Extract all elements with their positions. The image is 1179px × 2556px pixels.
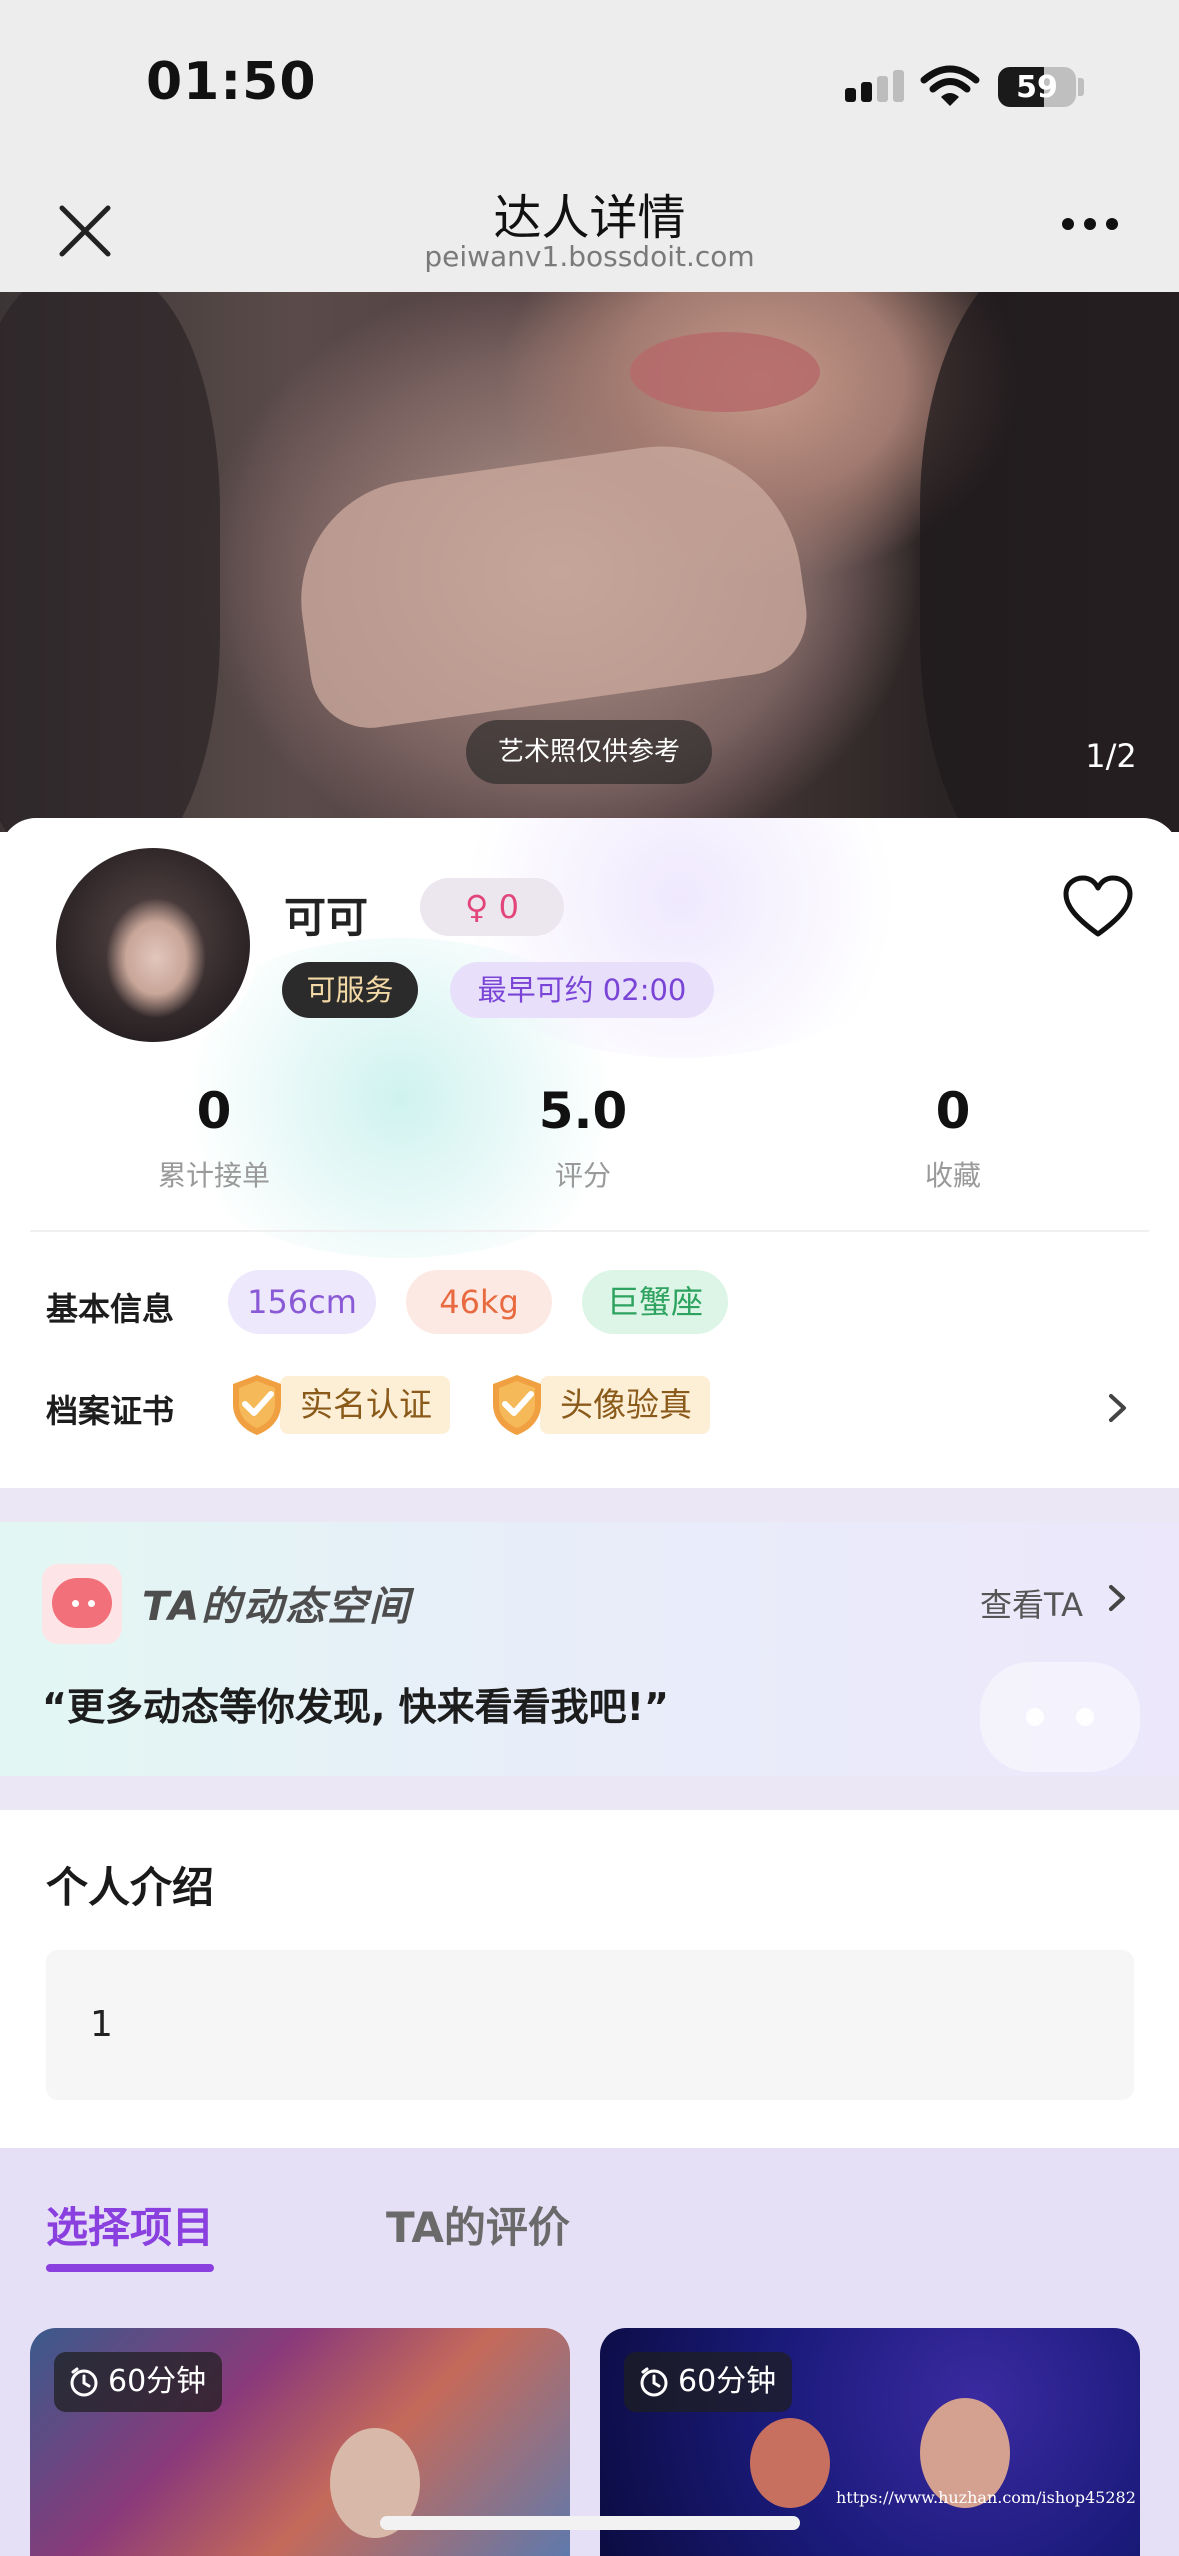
gender-count: 0: [498, 888, 519, 926]
nickname: 可可: [284, 893, 369, 942]
moments-quote: “更多动态等你发现, 快来看看我吧!”: [42, 1685, 669, 1729]
zodiac-tag: 巨蟹座: [582, 1270, 728, 1334]
basic-info-label: 基本信息: [46, 1290, 175, 1328]
female-icon: ♀: [465, 888, 489, 926]
moments-icon: [42, 1564, 122, 1644]
watermark: https://www.huzhan.com/ishop45282: [836, 2488, 1136, 2507]
page-url: peiwanv1.bossdoit.com: [424, 240, 755, 273]
shield-check-icon: [233, 1375, 281, 1435]
certificates-label: 档案证书: [46, 1392, 175, 1430]
profile-card: 可可 ♀ 0 可服务 最早可约 02:00 0 累计接单 5.0 评分 0 收藏…: [0, 818, 1179, 1488]
clock-icon: [640, 2367, 668, 2397]
stat-orders: 0 累计接单: [84, 1082, 344, 1194]
duration-text: 60分钟: [678, 2364, 777, 2399]
avatar-image: [56, 848, 250, 1042]
art-photo-notice: 艺术照仅供参考: [466, 720, 712, 784]
stat-label: 收藏: [924, 1159, 981, 1192]
battery-icon: 59: [998, 67, 1076, 107]
home-indicator[interactable]: [380, 2516, 800, 2530]
wifi-icon: [920, 65, 980, 106]
page-title: 达人详情: [493, 190, 686, 246]
stat-favorites: 0 收藏: [823, 1082, 1083, 1194]
top-bar: 01:50 59 达人详情 peiwanv1.bossdoit.com: [0, 0, 1179, 292]
cert-avatar-verified: 头像验真: [488, 1372, 710, 1438]
tab-reviews[interactable]: TA的评价: [386, 2194, 570, 2255]
more-options-icon[interactable]: [1062, 218, 1118, 230]
battery-level: 59: [1016, 70, 1058, 105]
service-image-figure: [750, 2418, 830, 2508]
chevron-right-icon[interactable]: [1106, 1582, 1128, 1614]
intro-text: 1: [90, 2004, 113, 2045]
duration-badge: 60分钟: [624, 2352, 793, 2412]
battery-tip: [1078, 78, 1084, 96]
chat-bubble-decoration-icon: [980, 1662, 1140, 1772]
avatar[interactable]: [48, 840, 258, 1050]
shield-check-icon: [493, 1375, 541, 1435]
stat-value: 0: [935, 1082, 971, 1140]
moments-title: TA的动态空间: [142, 1584, 412, 1630]
tab-indicator: [46, 2264, 214, 2272]
section-separator: [0, 1776, 1179, 1810]
intro-box: 1: [46, 1950, 1134, 2100]
stat-value: 5.0: [538, 1082, 628, 1140]
photo-lips: [630, 332, 820, 412]
stat-label: 累计接单: [157, 1159, 270, 1192]
stat-rating: 5.0 评分: [453, 1082, 713, 1194]
stat-label: 评分: [554, 1159, 611, 1192]
service-status-badge: 可服务: [282, 962, 418, 1018]
earliest-booking-badge: 最早可约 02:00: [450, 962, 714, 1018]
tab-select-project[interactable]: 选择项目: [46, 2194, 214, 2255]
cellular-signal-icon: [845, 70, 904, 102]
status-time: 01:50: [146, 52, 317, 112]
duration-text: 60分钟: [108, 2364, 207, 2399]
moments-banner[interactable]: TA的动态空间 查看TA “更多动态等你发现, 快来看看我吧!”: [0, 1522, 1179, 1776]
cert-label: 实名认证: [280, 1376, 450, 1434]
photo-counter: 1/2: [1085, 737, 1137, 775]
duration-badge: 60分钟: [54, 2352, 223, 2412]
section-separator: [0, 1488, 1179, 1522]
clock-icon: [70, 2367, 98, 2397]
divider: [30, 1230, 1149, 1232]
stat-value: 0: [196, 1082, 232, 1140]
view-ta-link[interactable]: 查看TA: [980, 1580, 1083, 1626]
cert-real-name: 实名认证: [228, 1372, 450, 1438]
intro-title: 个人介绍: [46, 1863, 215, 1912]
photo-hand: [285, 428, 815, 736]
gender-badge: ♀ 0: [420, 878, 564, 936]
cert-label: 头像验真: [540, 1376, 710, 1434]
height-tag: 156cm: [228, 1270, 376, 1334]
heart-icon[interactable]: [1062, 874, 1134, 940]
weight-tag: 46kg: [406, 1270, 552, 1334]
photo-hair-left: [0, 292, 220, 832]
chevron-right-icon[interactable]: [1106, 1392, 1130, 1424]
